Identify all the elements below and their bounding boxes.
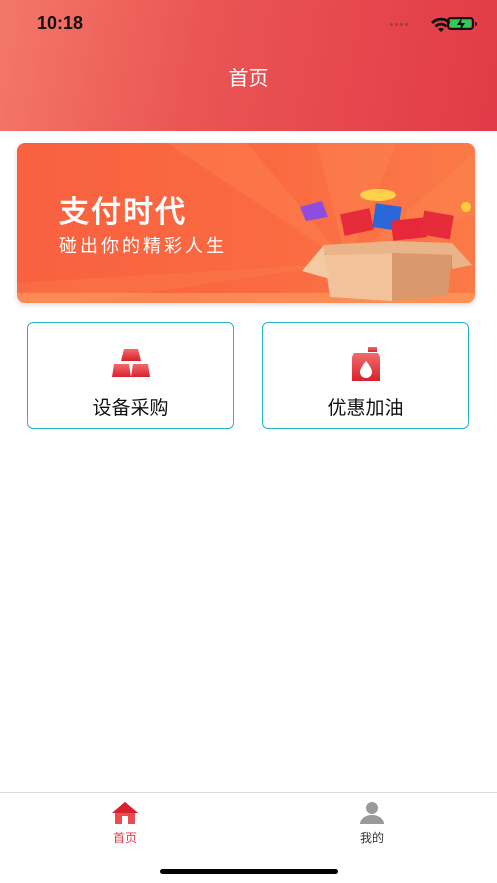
user-icon [360, 802, 384, 824]
home-icon [112, 802, 138, 824]
status-time: 10:18 [37, 13, 84, 33]
fuel-discount-card[interactable]: 优惠加油 [262, 322, 469, 429]
signal-icon [390, 11, 412, 26]
gold-bars-icon [111, 349, 150, 377]
home-indicator [160, 869, 338, 874]
page-title: 首页 [228, 66, 269, 90]
promo-banner[interactable]: 支付时代 碰出你的精彩人生 [17, 143, 475, 303]
tab-label: 首页 [112, 831, 137, 845]
header: 10:18 首页 [0, 0, 497, 131]
card-label: 优惠加油 [327, 397, 404, 419]
battery-icon [447, 17, 477, 31]
banner-subtitle: 碰出你的精彩人生 [59, 236, 227, 257]
card-label: 设备采购 [92, 397, 169, 419]
banner-title: 支付时代 [59, 195, 187, 230]
tab-home[interactable]: 首页 [85, 801, 165, 847]
fuel-can-icon [351, 347, 380, 381]
tab-mine[interactable]: 我的 [332, 801, 412, 847]
gift-box-illustration [300, 189, 472, 301]
tab-label: 我的 [359, 831, 384, 845]
equipment-purchase-card[interactable]: 设备采购 [27, 322, 234, 429]
